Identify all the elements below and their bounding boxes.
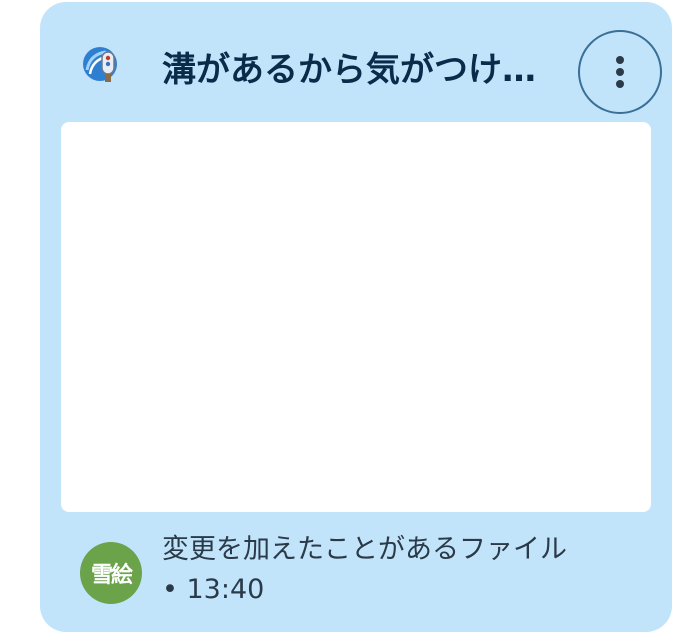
file-title[interactable]: 溝があるから気がつけ…	[162, 42, 572, 98]
more-vert-icon	[616, 56, 624, 88]
file-card[interactable]: 溝があるから気がつけ… 雪絵 変更を加えたことがあるファイル • 13:40	[40, 2, 672, 632]
avatar-initials: 雪絵	[90, 563, 133, 588]
file-preview-thumbnail[interactable]	[61, 122, 651, 512]
more-options-button[interactable]	[578, 30, 662, 114]
activity-text: 変更を加えたことがあるファイル	[162, 534, 567, 565]
avatar: 雪絵	[80, 542, 142, 604]
activity-info: 変更を加えたことがあるファイル • 13:40	[162, 530, 652, 610]
sketch-app-icon	[78, 42, 122, 86]
activity-time: • 13:40	[162, 574, 265, 605]
